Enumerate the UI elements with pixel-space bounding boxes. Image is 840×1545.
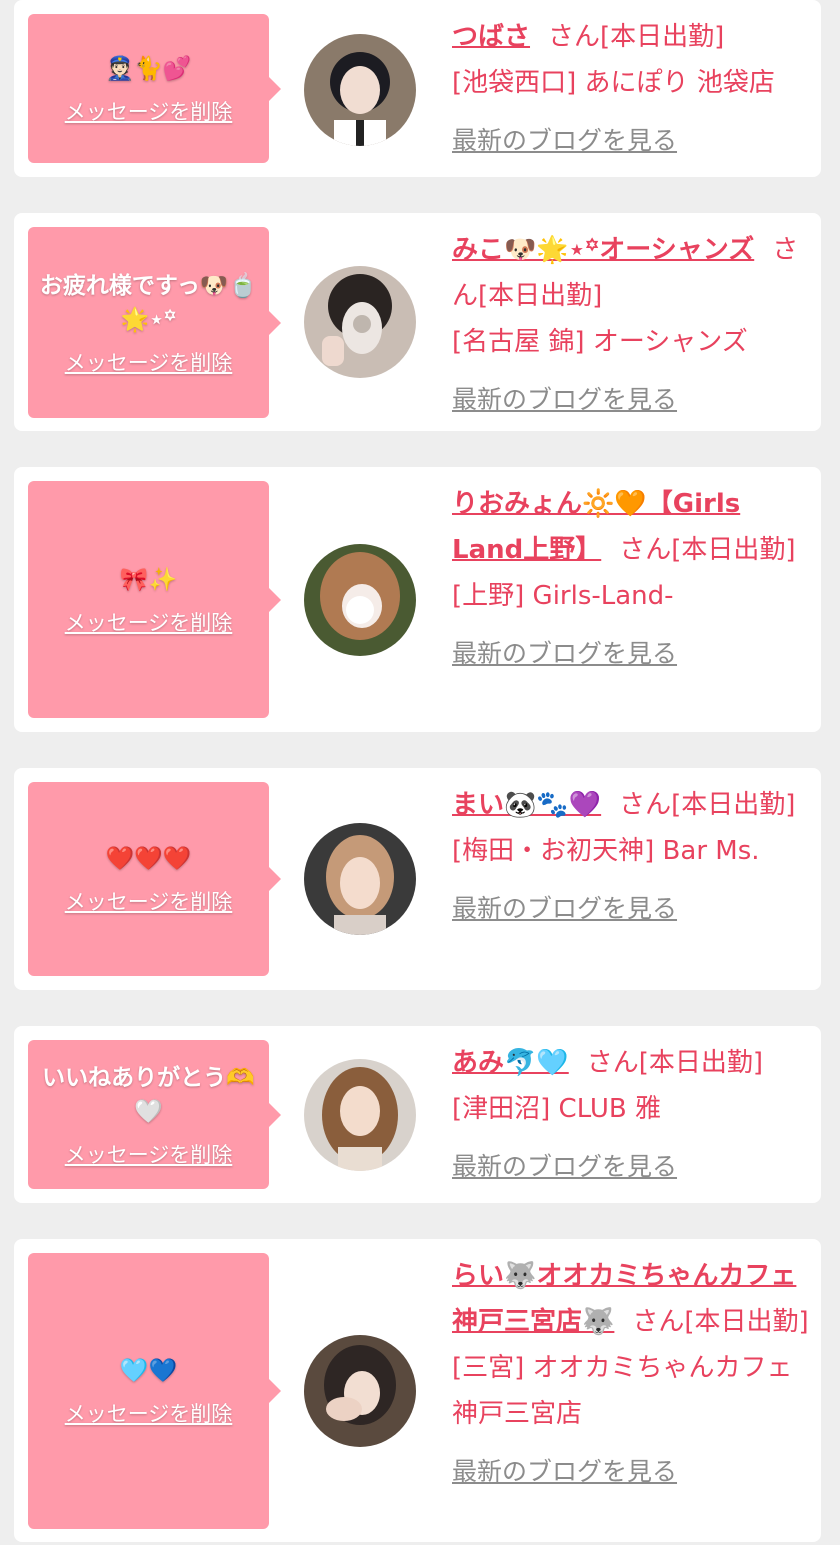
cast-status: さん[本日出勤] [619, 535, 796, 565]
delete-message-link[interactable]: メッセージを削除 [65, 886, 233, 916]
cast-status: さん[本日出勤] [619, 790, 796, 820]
latest-blog-link[interactable]: 最新のブログを見る [452, 1144, 812, 1190]
cast-info: つばさ さん[本日出勤] [池袋西口] あにぽり 池袋店 最新のブログを見る [452, 14, 812, 164]
message-card: 🩵💙 メッセージを削除 らい🐺オオカミちゃんカフェ神戸三宮店🐺 さん[本日出勤] … [14, 1239, 821, 1542]
message-text: ❤️❤️❤️ [105, 846, 192, 872]
shop-name: [津田沼] CLUB 雅 [452, 1094, 662, 1124]
latest-blog-link[interactable]: 最新のブログを見る [452, 377, 812, 423]
message-text: 👮🏻🐈💕 [105, 55, 192, 82]
message-card: 👮🏻🐈💕 メッセージを削除 つばさ さん[本日出勤] [池袋西口] あにぽり 池袋… [14, 0, 821, 177]
message-bubble: いいねありがとう🫶🤍 メッセージを削除 [28, 1040, 281, 1189]
latest-blog-link[interactable]: 最新のブログを見る [452, 886, 812, 932]
delete-message-link[interactable]: メッセージを削除 [65, 607, 233, 637]
message-text: 🩵💙 [119, 1358, 178, 1384]
delete-message-link[interactable]: メッセージを削除 [65, 1139, 233, 1169]
avatar[interactable] [304, 544, 416, 656]
cast-info: みこ🐶🌟⋆꙳オーシャンズ さん[本日出勤] [名古屋 錦] オーシャンズ 最新のブ… [452, 227, 812, 423]
delete-message-link[interactable]: メッセージを削除 [65, 96, 233, 126]
message-card: 🎀✨ メッセージを削除 りおみょん🔆🧡【Girls Land上野】 さん[本日出勤… [14, 467, 821, 732]
shop-name: [名古屋 錦] オーシャンズ [452, 327, 748, 357]
shop-name: [梅田・お初天神] Bar Ms. [452, 836, 760, 866]
cast-info: りおみょん🔆🧡【Girls Land上野】 さん[本日出勤] [上野] Girls… [452, 481, 812, 677]
latest-blog-link[interactable]: 最新のブログを見る [452, 631, 812, 677]
message-bubble: 👮🏻🐈💕 メッセージを削除 [28, 14, 281, 163]
avatar[interactable] [304, 1059, 416, 1171]
cast-status: さん[本日出勤] [632, 1307, 809, 1337]
shop-name: [三宮] オオカミちゃんカフェ神戸三宮店 [452, 1353, 793, 1429]
avatar[interactable] [304, 823, 416, 935]
message-bubble: お疲れ様ですっ🐶🍵🌟⋆꙳ メッセージを削除 [28, 227, 281, 418]
cast-info: らい🐺オオカミちゃんカフェ神戸三宮店🐺 さん[本日出勤] [三宮] オオカミちゃん… [452, 1253, 812, 1495]
message-card: お疲れ様ですっ🐶🍵🌟⋆꙳ メッセージを削除 みこ🐶🌟⋆꙳オーシャンズ さん[本日出… [14, 213, 821, 431]
latest-blog-link[interactable]: 最新のブログを見る [452, 118, 812, 164]
cast-info: あみ🐬🩵 さん[本日出勤] [津田沼] CLUB 雅 最新のブログを見る [452, 1040, 812, 1190]
message-text: 🎀✨ [119, 566, 178, 593]
cast-info: まい🐼🐾💜 さん[本日出勤] [梅田・お初天神] Bar Ms. 最新のブログを見… [452, 782, 812, 932]
message-text: いいねありがとう🫶🤍 [42, 1064, 255, 1125]
avatar[interactable] [304, 266, 416, 378]
cast-name-link[interactable]: つばさ [452, 22, 530, 52]
cast-name-link[interactable]: まい🐼🐾💜 [452, 790, 601, 820]
message-card: ❤️❤️❤️ メッセージを削除 まい🐼🐾💜 さん[本日出勤] [梅田・お初天神] … [14, 768, 821, 990]
cast-name-link[interactable]: あみ🐬🩵 [452, 1048, 569, 1078]
message-card: いいねありがとう🫶🤍 メッセージを削除 あみ🐬🩵 さん[本日出勤] [津田沼] C… [14, 1026, 821, 1203]
avatar[interactable] [304, 1335, 416, 1447]
message-bubble: ❤️❤️❤️ メッセージを削除 [28, 782, 281, 976]
shop-name: [池袋西口] あにぽり 池袋店 [452, 68, 775, 98]
cast-status: さん[本日出勤] [548, 22, 725, 52]
cast-status: さん[本日出勤] [586, 1048, 764, 1078]
message-bubble: 🩵💙 メッセージを削除 [28, 1253, 281, 1529]
delete-message-link[interactable]: メッセージを削除 [65, 347, 233, 377]
delete-message-link[interactable]: メッセージを削除 [65, 1398, 233, 1428]
message-bubble: 🎀✨ メッセージを削除 [28, 481, 281, 718]
cast-name-link[interactable]: みこ🐶🌟⋆꙳オーシャンズ [452, 235, 754, 265]
message-text: お疲れ様ですっ🐶🍵🌟⋆꙳ [39, 272, 258, 333]
avatar[interactable] [304, 34, 416, 146]
latest-blog-link[interactable]: 最新のブログを見る [452, 1449, 812, 1495]
shop-name: [上野] Girls-Land- [452, 581, 674, 611]
